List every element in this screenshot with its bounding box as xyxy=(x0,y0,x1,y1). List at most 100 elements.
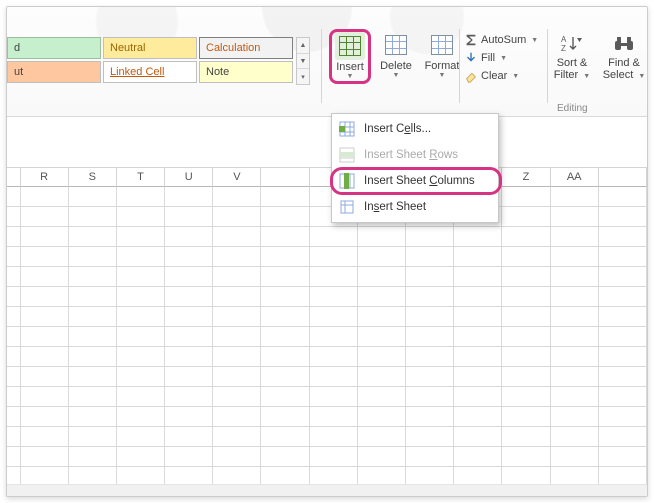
cell[interactable] xyxy=(454,227,502,247)
cell[interactable] xyxy=(310,247,358,267)
cell[interactable] xyxy=(551,267,599,287)
cell[interactable] xyxy=(7,287,21,307)
cell[interactable] xyxy=(7,247,21,267)
cell[interactable] xyxy=(261,387,309,407)
cell[interactable] xyxy=(21,407,69,427)
cell[interactable] xyxy=(310,407,358,427)
cell[interactable] xyxy=(117,427,165,447)
cell[interactable] xyxy=(261,267,309,287)
cell[interactable] xyxy=(502,447,550,467)
cell[interactable] xyxy=(551,327,599,347)
cell[interactable] xyxy=(502,247,550,267)
cell[interactable] xyxy=(7,367,21,387)
cell[interactable] xyxy=(213,287,261,307)
cell[interactable] xyxy=(406,427,454,447)
cell[interactable] xyxy=(117,247,165,267)
cell[interactable] xyxy=(7,207,21,227)
cell[interactable] xyxy=(406,307,454,327)
column-header[interactable]: Z xyxy=(502,167,550,187)
cell[interactable] xyxy=(551,227,599,247)
worksheet-grid[interactable]: RSTUVZAA xyxy=(7,167,647,496)
cell[interactable] xyxy=(502,227,550,247)
cell[interactable] xyxy=(21,307,69,327)
cell[interactable] xyxy=(7,267,21,287)
cell[interactable] xyxy=(358,287,406,307)
menu-insert-cells[interactable]: Insert Cells... xyxy=(332,116,498,142)
cell[interactable] xyxy=(165,387,213,407)
cell[interactable] xyxy=(551,387,599,407)
horizontal-scrollbar[interactable] xyxy=(7,484,647,496)
cell[interactable] xyxy=(502,187,550,207)
cell[interactable] xyxy=(21,207,69,227)
cell[interactable] xyxy=(502,347,550,367)
style-chip-calculation[interactable]: Calculation xyxy=(199,37,293,59)
cell[interactable] xyxy=(406,367,454,387)
cell[interactable] xyxy=(454,307,502,327)
cell[interactable] xyxy=(502,327,550,347)
cell[interactable] xyxy=(117,387,165,407)
cell[interactable] xyxy=(599,207,647,227)
cell[interactable] xyxy=(69,407,117,427)
cell[interactable] xyxy=(551,187,599,207)
gallery-more-button[interactable]: ▾ xyxy=(297,69,309,84)
style-chip-neutral[interactable]: Neutral xyxy=(103,37,197,59)
cell[interactable] xyxy=(21,427,69,447)
cell[interactable] xyxy=(406,387,454,407)
find-select-button[interactable]: Find & Select ▼ xyxy=(602,31,646,81)
cell[interactable] xyxy=(358,407,406,427)
cell[interactable] xyxy=(69,187,117,207)
gallery-down-button[interactable]: ▼ xyxy=(297,54,309,70)
cell[interactable] xyxy=(358,387,406,407)
gallery-up-button[interactable]: ▲ xyxy=(297,38,309,54)
cell[interactable] xyxy=(551,247,599,267)
cell[interactable] xyxy=(21,367,69,387)
cell[interactable] xyxy=(358,367,406,387)
format-button[interactable]: Format ▼ xyxy=(421,29,463,84)
cell[interactable] xyxy=(454,267,502,287)
cell[interactable] xyxy=(310,327,358,347)
cell[interactable] xyxy=(599,247,647,267)
cell[interactable] xyxy=(7,227,21,247)
cell[interactable] xyxy=(117,267,165,287)
column-header[interactable]: S xyxy=(69,167,117,187)
cell[interactable] xyxy=(213,187,261,207)
cell[interactable] xyxy=(261,187,309,207)
cell[interactable] xyxy=(7,327,21,347)
cell[interactable] xyxy=(7,427,21,447)
cell[interactable] xyxy=(310,367,358,387)
cell[interactable] xyxy=(213,347,261,367)
cell[interactable] xyxy=(599,407,647,427)
cell[interactable] xyxy=(261,207,309,227)
style-chip-linked-cell[interactable]: Linked Cell xyxy=(103,61,197,83)
cell[interactable] xyxy=(261,347,309,367)
cell[interactable] xyxy=(261,227,309,247)
cell[interactable] xyxy=(599,307,647,327)
cell[interactable] xyxy=(213,387,261,407)
cell[interactable] xyxy=(165,187,213,207)
cell[interactable] xyxy=(454,247,502,267)
cell[interactable] xyxy=(551,287,599,307)
cell[interactable] xyxy=(502,367,550,387)
cell[interactable] xyxy=(165,247,213,267)
cell[interactable] xyxy=(69,367,117,387)
cell[interactable] xyxy=(117,287,165,307)
cell[interactable] xyxy=(21,187,69,207)
cell[interactable] xyxy=(261,427,309,447)
cell[interactable] xyxy=(310,427,358,447)
cell[interactable] xyxy=(21,327,69,347)
cell[interactable] xyxy=(310,447,358,467)
cell[interactable] xyxy=(213,427,261,447)
cell[interactable] xyxy=(165,287,213,307)
cell[interactable] xyxy=(7,347,21,367)
cell[interactable] xyxy=(599,187,647,207)
cell[interactable] xyxy=(261,287,309,307)
cell[interactable] xyxy=(213,227,261,247)
cell[interactable] xyxy=(165,427,213,447)
cell[interactable] xyxy=(7,407,21,427)
menu-insert-sheet[interactable]: Insert Sheet xyxy=(332,194,498,220)
cell[interactable] xyxy=(551,207,599,227)
cell[interactable] xyxy=(7,187,21,207)
style-chip-good[interactable]: d xyxy=(7,37,101,59)
cell[interactable] xyxy=(165,227,213,247)
cell[interactable] xyxy=(502,387,550,407)
